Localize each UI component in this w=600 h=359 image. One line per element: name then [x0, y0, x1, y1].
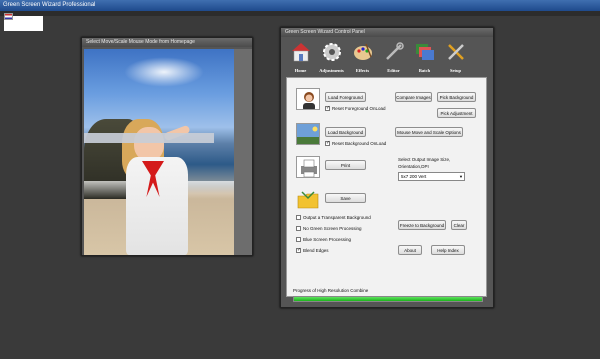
control-panel-title: Green Screen Wizard Control Panel — [281, 28, 493, 37]
pick-adjustment-button[interactable]: Pick Adjustment — [437, 108, 476, 118]
output-size-value: 5x7 200 Vert — [401, 174, 427, 179]
preview-canvas[interactable] — [84, 49, 252, 255]
blue-screen-checkbox[interactable]: Blue Screen Processing — [296, 237, 351, 242]
checkbox-box[interactable] — [325, 105, 330, 111]
mouse-move-scale-options-button[interactable]: Mouse Move and Scale Options — [395, 127, 463, 137]
progress-bar — [293, 296, 483, 302]
cloud — [124, 57, 204, 87]
reset-background-checkbox[interactable]: Reset Background OnLoad — [325, 140, 386, 146]
background-thumbnail-icon — [296, 123, 320, 145]
gear-icon — [320, 40, 344, 64]
checkbox-box[interactable] — [296, 226, 301, 231]
palette-icon — [351, 40, 375, 64]
output-size-label-2: Orientation,DPI — [398, 164, 429, 169]
help-index-button[interactable]: Help Index — [431, 245, 465, 255]
control-panel-body: Load Foreground Reset Foreground OnLoad … — [286, 77, 487, 302]
no-green-screen-checkbox[interactable]: No Green Screen Processing — [296, 226, 362, 231]
clear-button[interactable]: Clear — [451, 220, 467, 230]
progress-fill — [294, 297, 482, 301]
checkbox-box[interactable] — [296, 215, 301, 220]
tool-batch[interactable]: Batch — [409, 38, 440, 76]
face-redaction-bar — [84, 133, 214, 143]
progress-label: Progress of High Resolution Combine — [293, 288, 369, 293]
app-title: Green Screen Wizard Professional — [3, 2, 96, 8]
freeze-to-background-button[interactable]: Freeze to Background — [398, 220, 446, 230]
printer-icon — [296, 156, 320, 178]
output-size-select[interactable]: 5x7 200 Vert ▼ — [398, 172, 465, 181]
checkbox-box[interactable] — [325, 140, 330, 146]
output-size-label: Select Output Image Size, — [398, 157, 451, 162]
tool-editor[interactable]: Editor — [378, 38, 409, 76]
language-flag-icon[interactable] — [4, 13, 13, 20]
wrench-icon — [382, 40, 406, 64]
save-button[interactable]: Save — [325, 193, 366, 203]
tool-setup[interactable]: Setup — [440, 38, 471, 76]
pick-background-button[interactable]: Pick Background — [437, 92, 476, 102]
preview-window: Select Move/Scale Mouse Mode from Homepa… — [81, 37, 253, 256]
foreground-thumbnail-icon — [296, 88, 320, 110]
checkbox-box[interactable] — [296, 247, 301, 253]
menu-strip — [0, 11, 600, 16]
reset-foreground-checkbox[interactable]: Reset Foreground OnLoad — [325, 105, 386, 111]
chevron-down-icon[interactable]: ▼ — [459, 174, 463, 179]
house-icon — [289, 40, 313, 64]
folder-icon — [296, 189, 320, 211]
main-toolbar: Home Adjustments Effects Editor Batch Se… — [281, 38, 493, 76]
tools-icon — [444, 40, 468, 64]
stack-icon — [413, 40, 437, 64]
preview-window-title: Select Move/Scale Mouse Mode from Homepa… — [82, 38, 252, 47]
about-button[interactable]: About — [398, 245, 422, 255]
load-background-button[interactable]: Load Background — [325, 127, 366, 137]
tool-effects[interactable]: Effects — [347, 38, 378, 76]
blend-edges-checkbox[interactable]: Blend Edges — [296, 247, 329, 253]
composite-image[interactable] — [84, 49, 234, 255]
compare-images-button[interactable]: Compare Images — [395, 92, 432, 102]
app-titlebar: Green Screen Wizard Professional — [0, 0, 600, 11]
print-button[interactable]: Print — [325, 160, 366, 170]
control-panel-window: Green Screen Wizard Control Panel Home A… — [280, 27, 494, 308]
load-foreground-button[interactable]: Load Foreground — [325, 92, 366, 102]
tool-home[interactable]: Home — [285, 38, 316, 76]
transparent-background-checkbox[interactable]: Output a Transparent Background — [296, 215, 371, 220]
tool-adjustments[interactable]: Adjustments — [316, 38, 347, 76]
checkbox-box[interactable] — [296, 237, 301, 242]
